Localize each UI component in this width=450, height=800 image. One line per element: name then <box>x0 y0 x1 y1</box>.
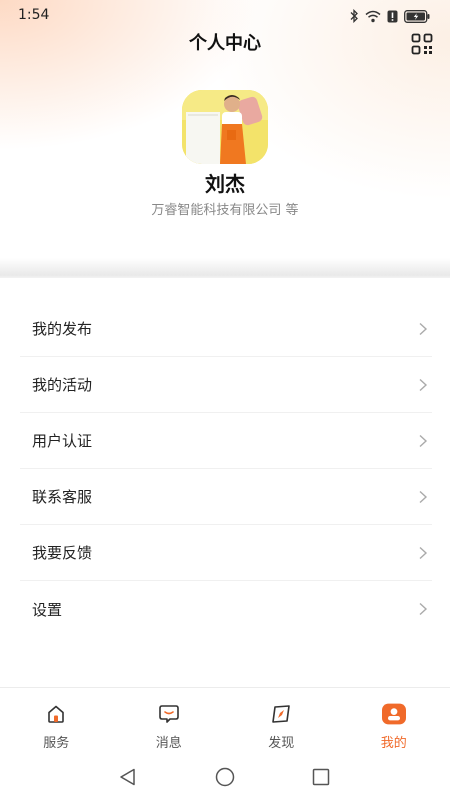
profile-icon <box>381 703 406 725</box>
tab-label: 服务 <box>43 736 70 751</box>
menu-item-label: 我的活动 <box>32 376 93 394</box>
menu-item-feedback[interactable]: 我要反馈 <box>20 525 432 581</box>
menu-item-label: 设置 <box>32 600 63 619</box>
system-home-button[interactable] <box>214 767 236 791</box>
tab-messages[interactable]: 消息 <box>113 688 226 753</box>
wifi-icon <box>365 10 381 22</box>
page-title: 个人中心 <box>189 33 261 54</box>
menu-item-my-activities[interactable]: 我的活动 <box>20 357 432 413</box>
scan-icon <box>411 33 433 55</box>
system-navigation-bar <box>0 753 450 800</box>
header-divider-shadow <box>0 258 450 278</box>
back-triangle-icon <box>120 768 135 786</box>
battery-icon <box>404 9 430 23</box>
user-name: 刘杰 <box>205 172 245 196</box>
bottom-tab-bar: 服务 消息 发现 我的 <box>0 687 450 753</box>
status-icons <box>349 8 430 24</box>
status-bar: 1:54 <box>0 0 450 32</box>
chevron-right-icon <box>419 322 428 335</box>
user-organization[interactable]: 万睿智能科技有限公司 等 <box>0 201 450 221</box>
recents-square-icon <box>312 768 330 786</box>
menu-item-label: 联系客服 <box>32 488 93 506</box>
message-icon <box>158 705 179 723</box>
bluetooth-icon <box>350 9 358 23</box>
tab-discover[interactable]: 发现 <box>225 688 338 753</box>
menu-item-my-posts[interactable]: 我的发布 <box>20 301 432 357</box>
chevron-right-icon <box>419 546 428 559</box>
avatar-photo <box>182 90 268 164</box>
menu-item-contact-support[interactable]: 联系客服 <box>20 469 432 525</box>
menu-item-user-verification[interactable]: 用户认证 <box>20 413 432 469</box>
system-back-button[interactable] <box>118 767 138 791</box>
tab-label: 发现 <box>268 736 295 751</box>
chevron-right-icon <box>419 490 428 503</box>
chevron-right-icon <box>419 434 428 447</box>
tab-mine[interactable]: 我的 <box>338 688 450 753</box>
home-circle-icon <box>215 767 235 787</box>
compass-icon <box>272 705 291 723</box>
chevron-right-icon <box>419 378 428 391</box>
status-time: 1:54 <box>18 7 50 23</box>
system-recents-button[interactable] <box>311 767 331 791</box>
tab-label: 我的 <box>380 736 407 751</box>
menu-item-label: 用户认证 <box>32 432 93 450</box>
tab-label: 消息 <box>155 736 182 751</box>
menu-item-label: 我的发布 <box>32 320 93 338</box>
chevron-right-icon <box>419 602 428 616</box>
avatar[interactable] <box>182 90 268 164</box>
scan-button[interactable] <box>411 33 433 55</box>
menu-item-label: 我要反馈 <box>32 544 93 562</box>
menu-list: 我的发布 我的活动 用户认证 联系客服 我要反馈 设置 <box>20 301 432 637</box>
menu-item-settings[interactable]: 设置 <box>20 581 432 637</box>
alert-icon <box>387 10 398 22</box>
home-icon <box>48 705 65 723</box>
tab-services[interactable]: 服务 <box>0 688 113 753</box>
